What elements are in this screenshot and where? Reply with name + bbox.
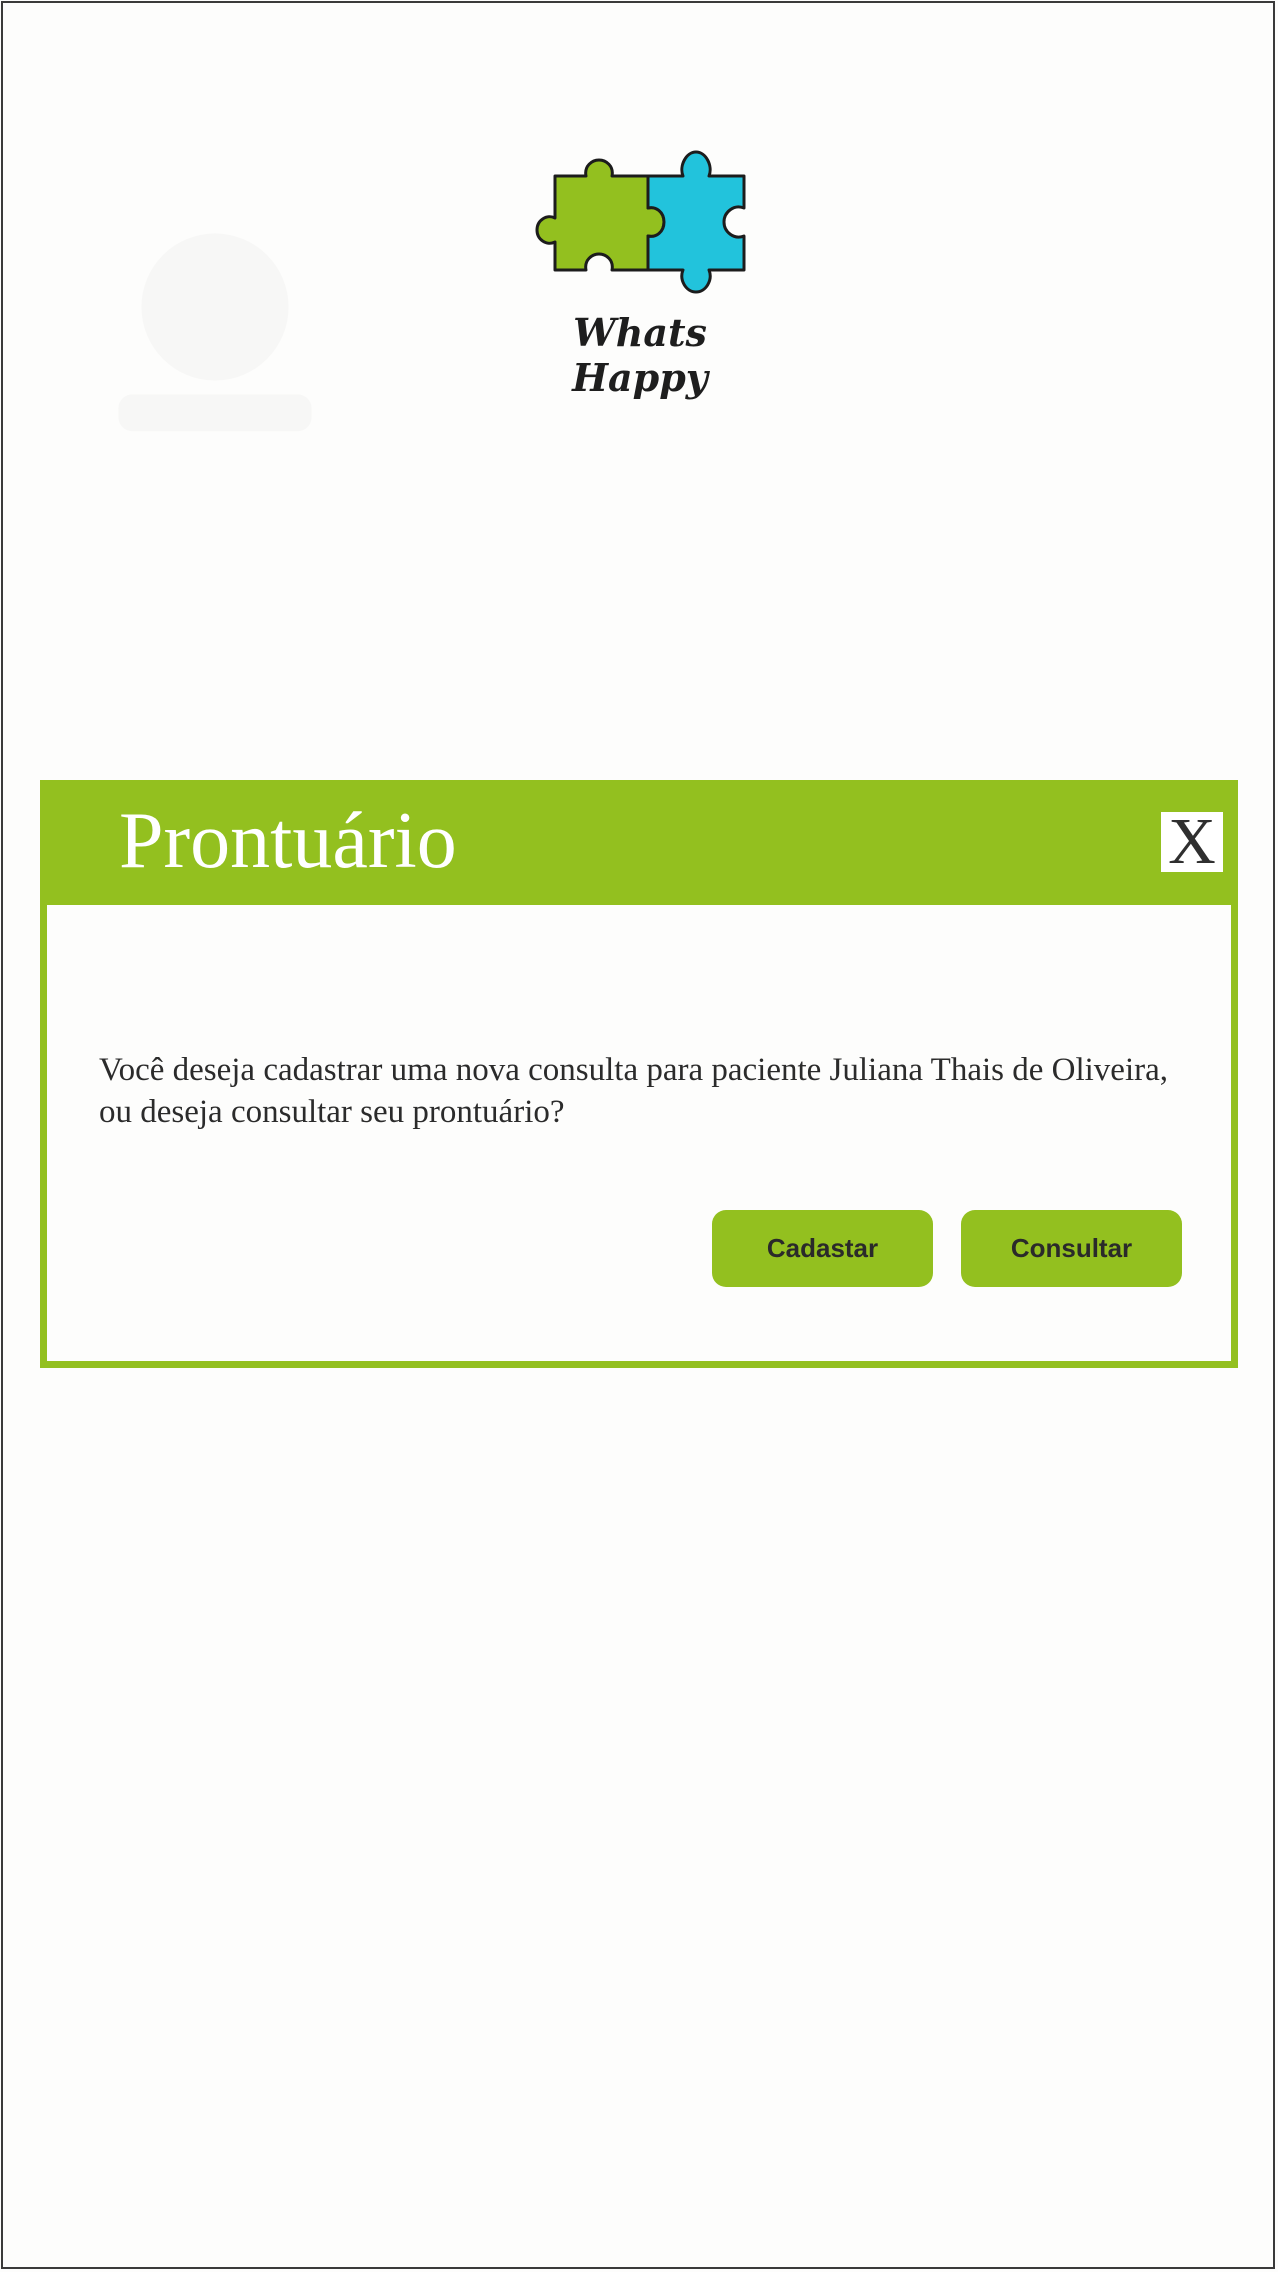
consultar-button[interactable]: Consultar — [961, 1210, 1182, 1287]
dialog-title: Prontuário — [119, 797, 457, 885]
close-button[interactable]: X — [1161, 809, 1223, 875]
dialog-message: Você deseja cadastrar uma nova consulta … — [99, 1052, 1169, 1130]
cadastrar-button[interactable]: Cadastar — [712, 1210, 933, 1287]
watermark-logo-icon — [118, 233, 312, 432]
dialog-header: Prontuário X — [47, 787, 1231, 905]
puzzle-pieces-icon — [535, 150, 746, 294]
prontuario-dialog: Prontuário X Você deseja cadastrar uma n… — [40, 780, 1238, 1368]
brand-name: Whats Happy — [572, 310, 708, 400]
